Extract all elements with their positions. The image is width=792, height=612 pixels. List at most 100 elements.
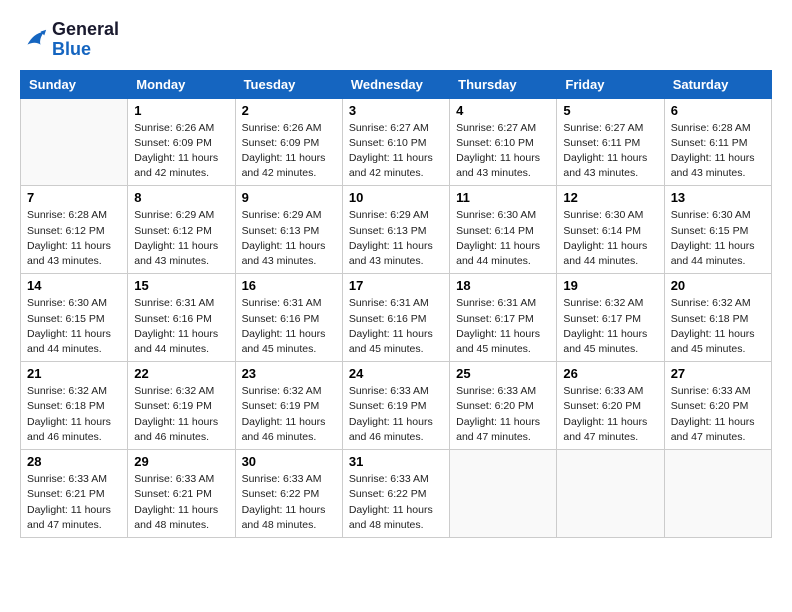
day-detail: Sunrise: 6:30 AMSunset: 6:15 PMDaylight:…	[27, 296, 121, 357]
day-detail: Sunrise: 6:33 AMSunset: 6:20 PMDaylight:…	[563, 384, 657, 445]
logo-text: General Blue	[52, 20, 119, 60]
calendar-day-cell: 16 Sunrise: 6:31 AMSunset: 6:16 PMDayligh…	[235, 274, 342, 362]
day-number: 7	[27, 190, 121, 205]
calendar-day-cell: 30 Sunrise: 6:33 AMSunset: 6:22 PMDayligh…	[235, 450, 342, 538]
day-detail: Sunrise: 6:32 AMSunset: 6:19 PMDaylight:…	[134, 384, 228, 445]
calendar-day-cell	[450, 450, 557, 538]
calendar-day-cell: 19 Sunrise: 6:32 AMSunset: 6:17 PMDayligh…	[557, 274, 664, 362]
weekday-header: Tuesday	[235, 70, 342, 98]
calendar-day-cell: 13 Sunrise: 6:30 AMSunset: 6:15 PMDayligh…	[664, 186, 771, 274]
calendar-day-cell	[21, 98, 128, 186]
calendar-day-cell: 8 Sunrise: 6:29 AMSunset: 6:12 PMDaylight…	[128, 186, 235, 274]
logo: General Blue	[20, 20, 119, 60]
day-number: 24	[349, 366, 443, 381]
calendar-day-cell: 26 Sunrise: 6:33 AMSunset: 6:20 PMDayligh…	[557, 362, 664, 450]
day-detail: Sunrise: 6:32 AMSunset: 6:18 PMDaylight:…	[671, 296, 765, 357]
day-number: 3	[349, 103, 443, 118]
calendar-week-row: 21Sunrise: 6:32 AMSunset: 6:18 PMDayligh…	[21, 362, 772, 450]
page-header: General Blue	[20, 20, 772, 60]
day-detail: Sunrise: 6:27 AMSunset: 6:10 PMDaylight:…	[456, 121, 550, 182]
day-detail: Sunrise: 6:26 AMSunset: 6:09 PMDaylight:…	[134, 121, 228, 182]
calendar-day-cell: 10Sunrise: 6:29 AMSunset: 6:13 PMDayligh…	[342, 186, 449, 274]
day-detail: Sunrise: 6:30 AMSunset: 6:15 PMDaylight:…	[671, 208, 765, 269]
calendar-day-cell: 27 Sunrise: 6:33 AMSunset: 6:20 PMDayligh…	[664, 362, 771, 450]
day-number: 15	[134, 278, 228, 293]
day-detail: Sunrise: 6:33 AMSunset: 6:20 PMDaylight:…	[456, 384, 550, 445]
day-detail: Sunrise: 6:33 AMSunset: 6:21 PMDaylight:…	[27, 472, 121, 533]
day-detail: Sunrise: 6:30 AMSunset: 6:14 PMDaylight:…	[456, 208, 550, 269]
day-detail: Sunrise: 6:31 AMSunset: 6:16 PMDaylight:…	[349, 296, 443, 357]
day-detail: Sunrise: 6:27 AMSunset: 6:11 PMDaylight:…	[563, 121, 657, 182]
calendar-day-cell: 15 Sunrise: 6:31 AMSunset: 6:16 PMDayligh…	[128, 274, 235, 362]
calendar-week-row: 7 Sunrise: 6:28 AMSunset: 6:12 PMDaylight…	[21, 186, 772, 274]
day-number: 25	[456, 366, 550, 381]
day-number: 26	[563, 366, 657, 381]
day-number: 27	[671, 366, 765, 381]
calendar-day-cell: 4 Sunrise: 6:27 AMSunset: 6:10 PMDaylight…	[450, 98, 557, 186]
weekday-header: Saturday	[664, 70, 771, 98]
day-detail: Sunrise: 6:32 AMSunset: 6:17 PMDaylight:…	[563, 296, 657, 357]
day-number: 4	[456, 103, 550, 118]
calendar-day-cell: 3 Sunrise: 6:27 AMSunset: 6:10 PMDaylight…	[342, 98, 449, 186]
day-number: 22	[134, 366, 228, 381]
calendar-day-cell: 12 Sunrise: 6:30 AMSunset: 6:14 PMDayligh…	[557, 186, 664, 274]
day-detail: Sunrise: 6:30 AMSunset: 6:14 PMDaylight:…	[563, 208, 657, 269]
day-detail: Sunrise: 6:33 AMSunset: 6:22 PMDaylight:…	[242, 472, 336, 533]
day-detail: Sunrise: 6:29 AMSunset: 6:13 PMDaylight:…	[242, 208, 336, 269]
calendar-day-cell: 11 Sunrise: 6:30 AMSunset: 6:14 PMDayligh…	[450, 186, 557, 274]
day-number: 19	[563, 278, 657, 293]
day-number: 28	[27, 454, 121, 469]
weekday-header: Sunday	[21, 70, 128, 98]
day-number: 21	[27, 366, 121, 381]
weekday-header: Monday	[128, 70, 235, 98]
day-number: 11	[456, 190, 550, 205]
calendar-day-cell: 6Sunrise: 6:28 AMSunset: 6:11 PMDaylight…	[664, 98, 771, 186]
day-detail: Sunrise: 6:31 AMSunset: 6:16 PMDaylight:…	[242, 296, 336, 357]
logo-icon	[20, 26, 48, 54]
day-number: 9	[242, 190, 336, 205]
day-detail: Sunrise: 6:26 AMSunset: 6:09 PMDaylight:…	[242, 121, 336, 182]
day-number: 16	[242, 278, 336, 293]
calendar-day-cell: 28 Sunrise: 6:33 AMSunset: 6:21 PMDayligh…	[21, 450, 128, 538]
day-detail: Sunrise: 6:31 AMSunset: 6:16 PMDaylight:…	[134, 296, 228, 357]
calendar-day-cell	[664, 450, 771, 538]
calendar-day-cell: 14Sunrise: 6:30 AMSunset: 6:15 PMDayligh…	[21, 274, 128, 362]
day-number: 12	[563, 190, 657, 205]
day-detail: Sunrise: 6:33 AMSunset: 6:20 PMDaylight:…	[671, 384, 765, 445]
day-number: 17	[349, 278, 443, 293]
day-detail: Sunrise: 6:29 AMSunset: 6:12 PMDaylight:…	[134, 208, 228, 269]
day-number: 13	[671, 190, 765, 205]
calendar-week-row: 28 Sunrise: 6:33 AMSunset: 6:21 PMDayligh…	[21, 450, 772, 538]
calendar-day-cell: 24 Sunrise: 6:33 AMSunset: 6:19 PMDayligh…	[342, 362, 449, 450]
calendar-day-cell: 17 Sunrise: 6:31 AMSunset: 6:16 PMDayligh…	[342, 274, 449, 362]
calendar-day-cell: 31 Sunrise: 6:33 AMSunset: 6:22 PMDayligh…	[342, 450, 449, 538]
day-detail: Sunrise: 6:28 AMSunset: 6:12 PMDaylight:…	[27, 208, 121, 269]
day-number: 18	[456, 278, 550, 293]
day-number: 31	[349, 454, 443, 469]
calendar-header-row: SundayMondayTuesdayWednesdayThursdayFrid…	[21, 70, 772, 98]
day-detail: Sunrise: 6:32 AMSunset: 6:19 PMDaylight:…	[242, 384, 336, 445]
calendar-day-cell: 21Sunrise: 6:32 AMSunset: 6:18 PMDayligh…	[21, 362, 128, 450]
calendar-day-cell: 7 Sunrise: 6:28 AMSunset: 6:12 PMDaylight…	[21, 186, 128, 274]
day-number: 8	[134, 190, 228, 205]
day-number: 2	[242, 103, 336, 118]
day-detail: Sunrise: 6:27 AMSunset: 6:10 PMDaylight:…	[349, 121, 443, 182]
weekday-header: Friday	[557, 70, 664, 98]
weekday-header: Thursday	[450, 70, 557, 98]
calendar-day-cell: 9 Sunrise: 6:29 AMSunset: 6:13 PMDaylight…	[235, 186, 342, 274]
calendar-day-cell: 29Sunrise: 6:33 AMSunset: 6:21 PMDayligh…	[128, 450, 235, 538]
day-detail: Sunrise: 6:33 AMSunset: 6:19 PMDaylight:…	[349, 384, 443, 445]
day-number: 30	[242, 454, 336, 469]
day-number: 29	[134, 454, 228, 469]
calendar-day-cell: 23Sunrise: 6:32 AMSunset: 6:19 PMDayligh…	[235, 362, 342, 450]
calendar-day-cell: 22 Sunrise: 6:32 AMSunset: 6:19 PMDayligh…	[128, 362, 235, 450]
day-detail: Sunrise: 6:29 AMSunset: 6:13 PMDaylight:…	[349, 208, 443, 269]
day-detail: Sunrise: 6:33 AMSunset: 6:22 PMDaylight:…	[349, 472, 443, 533]
calendar-day-cell: 25 Sunrise: 6:33 AMSunset: 6:20 PMDayligh…	[450, 362, 557, 450]
calendar-day-cell: 2 Sunrise: 6:26 AMSunset: 6:09 PMDaylight…	[235, 98, 342, 186]
day-detail: Sunrise: 6:28 AMSunset: 6:11 PMDaylight:…	[671, 121, 765, 182]
calendar-day-cell	[557, 450, 664, 538]
weekday-header: Wednesday	[342, 70, 449, 98]
calendar-day-cell: 18 Sunrise: 6:31 AMSunset: 6:17 PMDayligh…	[450, 274, 557, 362]
day-detail: Sunrise: 6:31 AMSunset: 6:17 PMDaylight:…	[456, 296, 550, 357]
